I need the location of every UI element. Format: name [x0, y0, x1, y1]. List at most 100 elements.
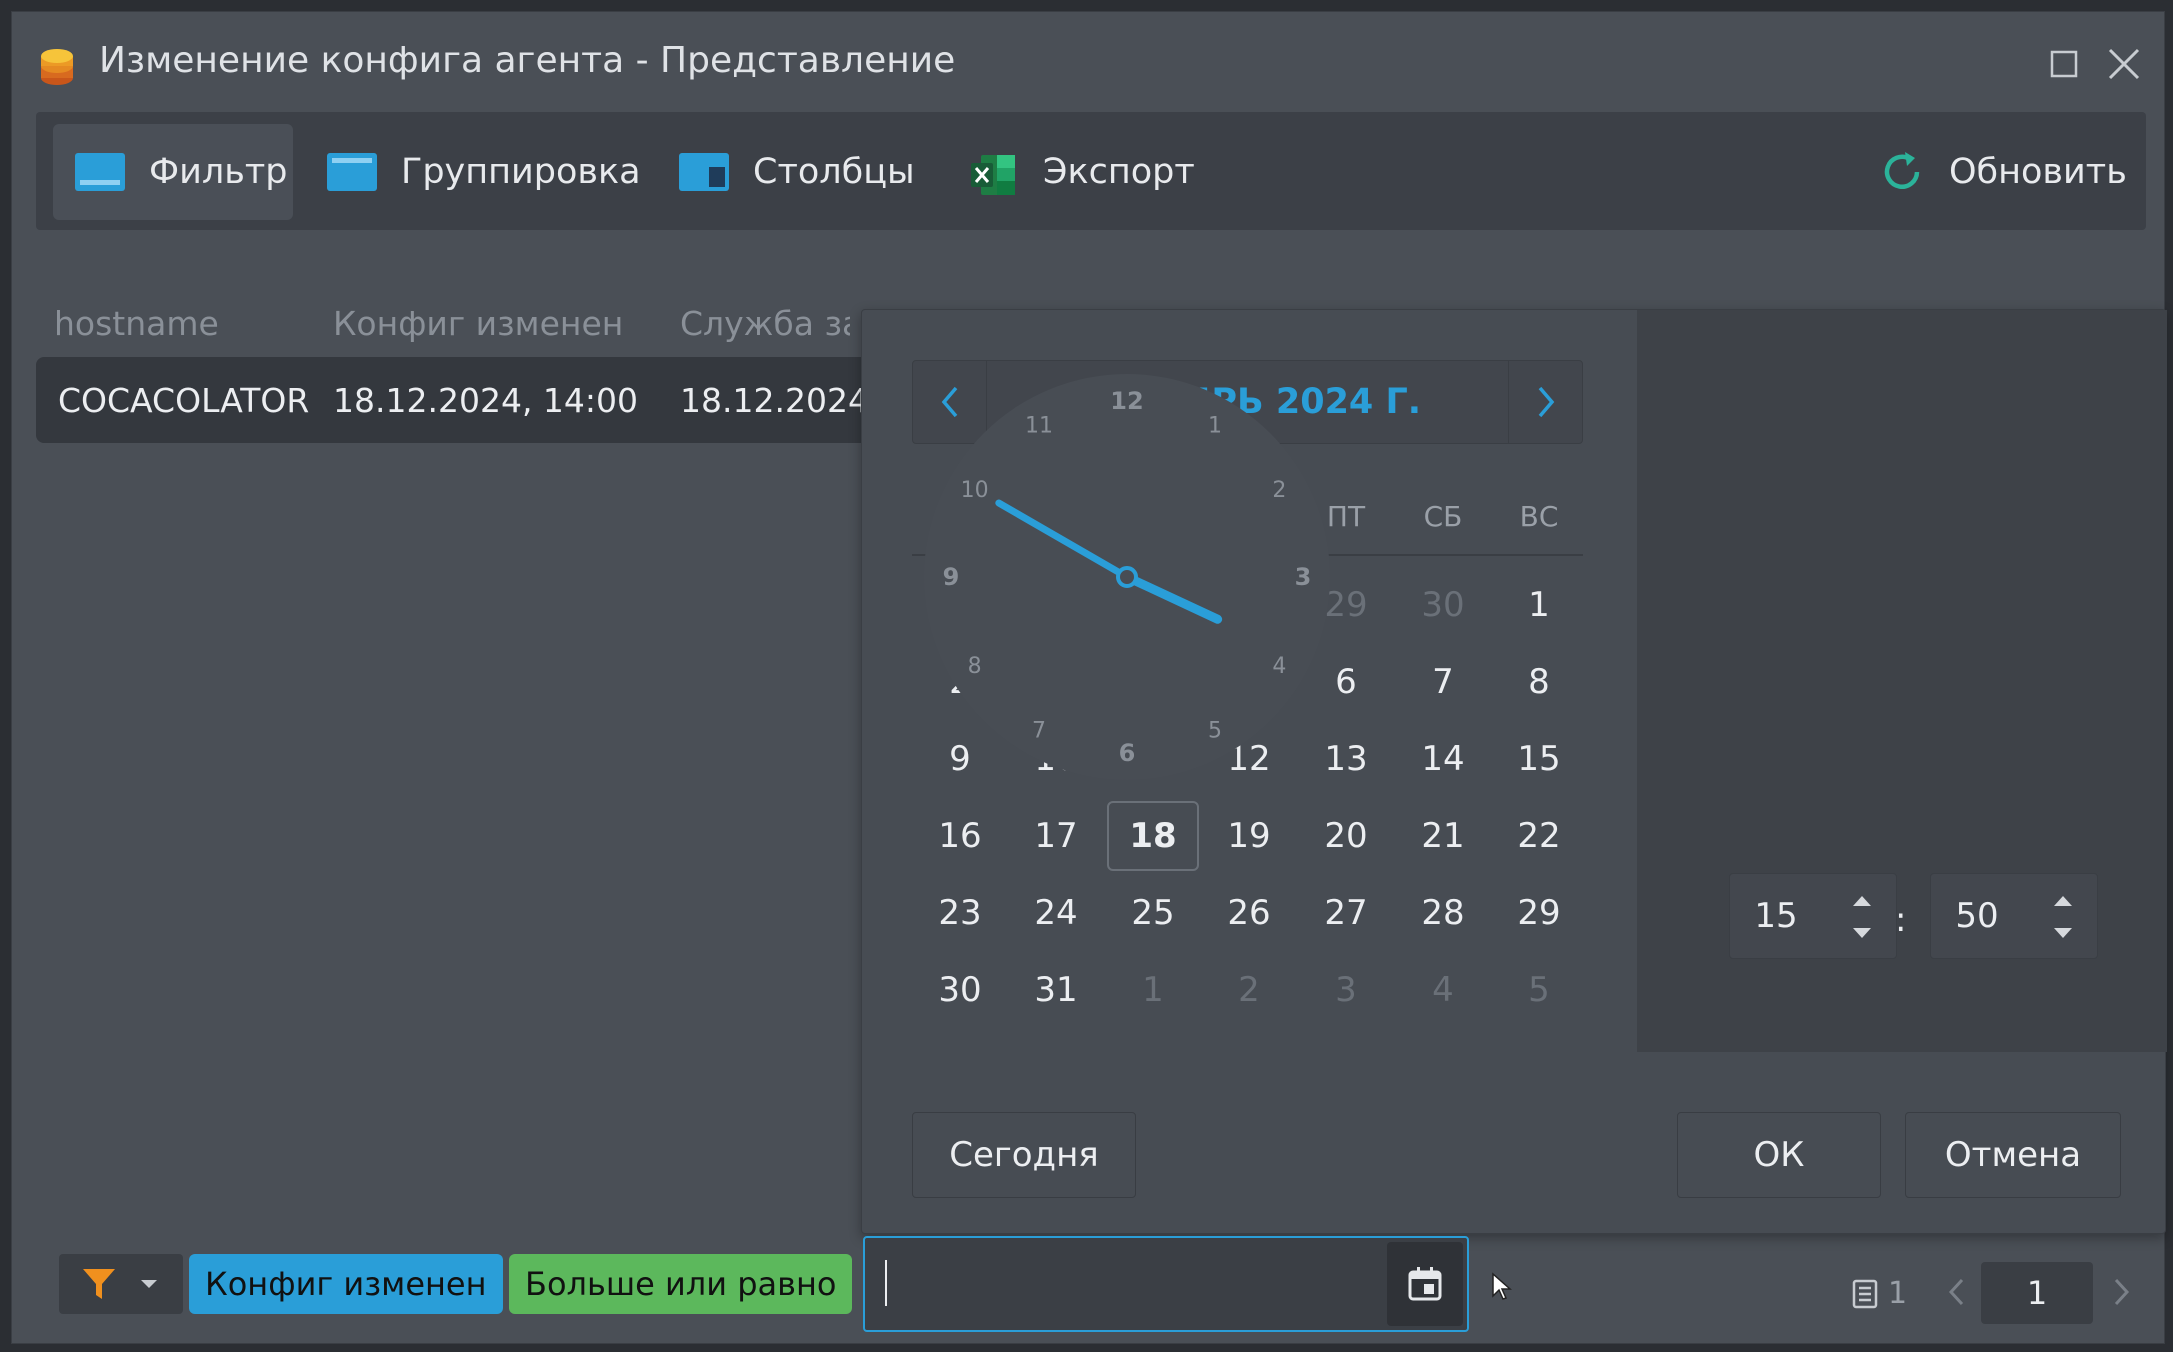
record-count-value: 1 [1888, 1276, 1908, 1311]
maximize-icon[interactable] [2042, 42, 2086, 86]
toolbar: Фильтр Группировка Столбцы Экспорт Обнов… [36, 112, 2146, 230]
clock-number: 2 [1272, 478, 1286, 503]
clock-number: 10 [961, 478, 989, 503]
calendar-day[interactable]: 15 [1493, 724, 1585, 794]
excel-icon [969, 153, 1019, 195]
weekday-sun: ВС [1519, 500, 1559, 533]
cell-service: 18.12.2024, [680, 381, 880, 420]
export-button[interactable]: Экспорт [947, 124, 1217, 220]
chevron-left-icon[interactable] [1942, 1272, 1972, 1312]
clock-center [1116, 566, 1138, 588]
column-header-service[interactable]: Служба зап [680, 304, 850, 343]
calendar-day[interactable]: 14 [1397, 724, 1489, 794]
calendar-day[interactable]: 31 [1010, 955, 1102, 1025]
record-count: 1 [1852, 1276, 1907, 1311]
calendar-button[interactable] [1387, 1242, 1463, 1326]
caret-up-icon[interactable] [2051, 892, 2075, 910]
database-icon [41, 49, 73, 85]
calendar-day[interactable]: 21 [1397, 801, 1489, 871]
funnel-icon [83, 1269, 115, 1299]
columns-button-label: Столбцы [753, 152, 915, 192]
weekday-sat: СБ [1423, 500, 1463, 533]
caret-down-icon[interactable] [2051, 924, 2075, 942]
refresh-icon [1879, 149, 1925, 195]
calendar-day[interactable]: 22 [1493, 801, 1585, 871]
column-header-config-changed[interactable]: Конфиг изменен [333, 304, 623, 343]
caret-down-icon[interactable] [1850, 924, 1874, 942]
calendar-day[interactable]: 26 [1203, 878, 1295, 948]
minute-spinner[interactable]: 50 [1930, 873, 2098, 959]
hour-value[interactable]: 15 [1736, 896, 1816, 936]
clock-number: 4 [1272, 654, 1286, 679]
hour-spinner[interactable]: 15 [1729, 873, 1897, 959]
today-button[interactable]: Сегодня [912, 1112, 1136, 1198]
calendar-day[interactable]: 17 [1010, 801, 1102, 871]
window-title: Изменение конфига агента - Представление [99, 40, 956, 81]
export-button-label: Экспорт [1043, 152, 1195, 192]
calendar-day[interactable]: 24 [1010, 878, 1102, 948]
calendar-day[interactable]: 28 [1397, 878, 1489, 948]
calendar-day[interactable]: 8 [1493, 647, 1585, 717]
calendar-day: 5 [1528, 970, 1550, 1010]
calendar-day[interactable]: 16 [914, 801, 1006, 871]
group-button-label: Группировка [401, 152, 641, 192]
filter-field-tag[interactable]: Конфиг изменен [189, 1254, 503, 1314]
cancel-button[interactable]: Отмена [1905, 1112, 2121, 1198]
date-value-input[interactable] [863, 1236, 1469, 1332]
datetime-picker-popup: ДЕКАБРЬ 2024 Г. ПН ВТ СР ЧТ ПТ СБ ВС 252… [861, 309, 2167, 1234]
clock-number: 12 [1110, 387, 1143, 415]
cell-config-changed: 18.12.2024, 14:00 [333, 381, 639, 420]
calendar-day[interactable]: 23 [914, 878, 1006, 948]
page-number-input[interactable]: 1 [1981, 1262, 2093, 1324]
calendar-icon [1408, 1267, 1442, 1301]
clock-number: 8 [968, 654, 982, 679]
filter-button[interactable]: Фильтр [53, 124, 293, 220]
columns-button[interactable]: Столбцы [657, 124, 937, 220]
calendar-day[interactable]: 1 [1493, 570, 1585, 640]
calendar-day[interactable]: 27 [1300, 878, 1392, 948]
text-caret [885, 1260, 887, 1306]
clock-number: 11 [1025, 414, 1053, 439]
document-list-icon [1852, 1279, 1878, 1308]
column-header-hostname[interactable]: hostname [54, 304, 219, 343]
refresh-button-label: Обновить [1949, 152, 2127, 192]
group-button[interactable]: Группировка [305, 124, 663, 220]
ok-button[interactable]: ОК [1677, 1112, 1881, 1198]
time-separator: : [1895, 900, 1907, 940]
clock-number: 7 [1032, 718, 1046, 743]
next-month-button[interactable] [1508, 361, 1582, 443]
calendar-day[interactable]: 29 [1493, 878, 1585, 948]
calendar-day: 30 [1421, 585, 1465, 625]
close-icon[interactable] [2102, 42, 2146, 86]
calendar-day: 1 [1142, 970, 1164, 1010]
mouse-pointer-icon [1492, 1272, 1512, 1300]
refresh-button[interactable]: Обновить [1857, 124, 2149, 220]
clock-number: 6 [1119, 739, 1136, 767]
title-bar: Изменение конфига агента - Представление [12, 12, 2164, 112]
calendar-day[interactable]: 18 [1107, 801, 1199, 871]
filter-menu-button[interactable] [59, 1254, 183, 1314]
filter-panel-icon [75, 153, 125, 191]
calendar-day: 3 [1335, 970, 1357, 1010]
calendar-day: 2 [1238, 970, 1260, 1010]
dialog-window: Изменение конфига агента - Представление… [11, 11, 2167, 1344]
clock-number: 9 [943, 563, 960, 591]
columns-panel-icon [679, 153, 729, 191]
group-panel-icon [327, 153, 377, 191]
clock-number: 5 [1208, 718, 1222, 743]
chevron-down-icon [141, 1280, 157, 1288]
calendar-day[interactable]: 25 [1107, 878, 1199, 948]
calendar-day[interactable]: 20 [1300, 801, 1392, 871]
table-row[interactable]: COCACOLATOR 18.12.2024, 14:00 18.12.2024… [36, 357, 880, 443]
analog-clock: 121234567891011 [924, 374, 1330, 780]
calendar-day[interactable]: 19 [1203, 801, 1295, 871]
filter-operator-tag[interactable]: Больше или равно [509, 1254, 853, 1314]
filter-button-label: Фильтр [149, 152, 288, 192]
calendar-day[interactable]: 7 [1397, 647, 1489, 717]
calendar-day[interactable]: 30 [914, 955, 1006, 1025]
caret-up-icon[interactable] [1850, 892, 1874, 910]
calendar-day: 4 [1432, 970, 1454, 1010]
cell-hostname: COCACOLATOR [58, 381, 310, 420]
minute-value[interactable]: 50 [1937, 896, 2017, 936]
chevron-right-icon[interactable] [2106, 1272, 2136, 1312]
